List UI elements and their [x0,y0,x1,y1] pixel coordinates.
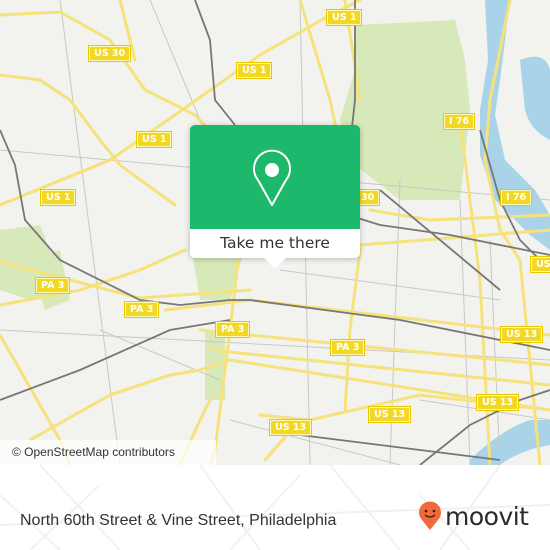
location-title: North 60th Street & Vine Street, Philade… [20,512,337,529]
road-shield: US 13 [367,406,412,423]
road-shield: US 1 [325,9,363,26]
road-shield: US 1 [135,131,173,148]
location-pin-icon [253,149,291,206]
road-shield: I 76 [442,113,476,130]
road-shield: US 13 [268,419,313,436]
road-shield: US [530,256,550,273]
brand-name: moovit [445,501,529,531]
road-shield: US 13 [475,394,520,411]
road-shield: PA 3 [329,339,366,356]
popup-header [190,125,360,229]
moovit-logo[interactable]: moovit [418,500,529,532]
map-attribution[interactable]: © OpenStreetMap contributors [0,440,216,465]
road-shield: PA 3 [214,321,251,338]
popup-pointer [263,257,287,269]
road-shield: US 1 [235,62,273,79]
location-popup[interactable]: Take me there [190,125,360,258]
road-shield: I 76 [499,189,533,206]
take-me-there-button[interactable]: Take me there [190,229,360,258]
road-shield: US 13 [499,326,544,343]
moovit-pin-icon [419,501,441,530]
road-shield: PA 3 [34,277,71,294]
road-shield: US 30 [87,45,132,62]
road-shield: PA 3 [123,301,160,318]
road-shield: US 1 [39,189,77,206]
